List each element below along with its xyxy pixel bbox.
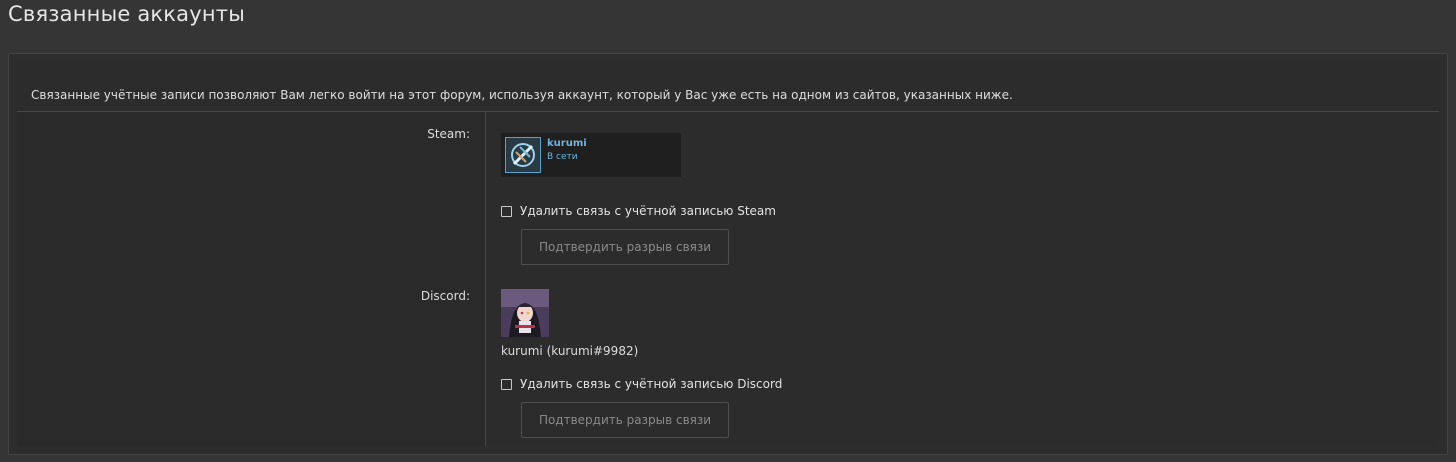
steam-unlink-row[interactable]: Удалить связь с учётной записью Steam (501, 204, 776, 218)
steam-unlink-checkbox[interactable] (501, 205, 512, 217)
steam-unlink-label[interactable]: Удалить связь с учётной записью Steam (520, 204, 776, 218)
steam-status: В сети (547, 152, 578, 162)
steam-label: Steam: (427, 127, 470, 141)
column-divider (485, 112, 486, 446)
steam-profile-card[interactable]: kurumi В сети (501, 133, 681, 177)
connected-accounts-block: Связанные учётные записи позволяют Вам л… (8, 53, 1448, 455)
block-body: Связанные учётные записи позволяют Вам л… (17, 62, 1439, 446)
steam-avatar-icon (505, 137, 541, 173)
page-title: Связанные аккаунты (8, 2, 246, 26)
discord-unlink-row[interactable]: Удалить связь с учётной записью Discord (501, 377, 782, 391)
discord-avatar-icon (501, 289, 549, 337)
discord-label: Discord: (420, 289, 470, 303)
steam-username[interactable]: kurumi (547, 138, 587, 149)
discord-account-name: kurumi (kurumi#9982) (501, 344, 639, 358)
steam-confirm-unlink-button[interactable]: Подтвердить разрыв связи (521, 229, 729, 265)
labels-column: Steam: Discord: (17, 112, 485, 446)
explain-text: Связанные учётные записи позволяют Вам л… (31, 88, 1013, 102)
discord-unlink-checkbox[interactable] (501, 378, 512, 390)
discord-unlink-label[interactable]: Удалить связь с учётной записью Discord (520, 377, 782, 391)
discord-confirm-unlink-button[interactable]: Подтвердить разрыв связи (521, 402, 729, 438)
